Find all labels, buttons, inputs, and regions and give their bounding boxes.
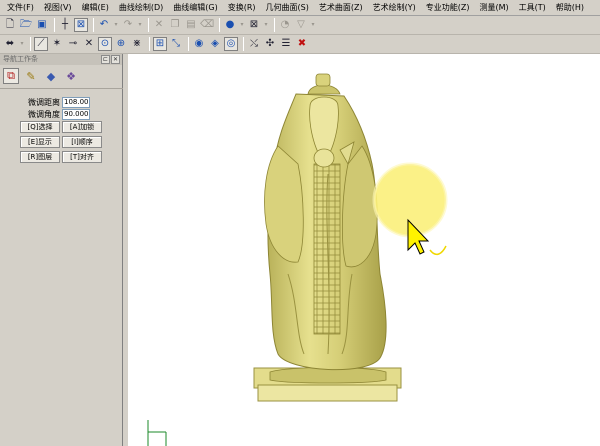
panel-title-bar: 导航工作条 ⊏ ✕ [0,54,122,65]
toolbar-divider [30,37,31,51]
intersect-icon[interactable]: ⋇ [130,37,144,51]
statue-pedestal [253,367,402,402]
toolbar-divider [188,37,189,51]
layer-button[interactable]: [R]图层 [20,151,60,163]
chevron-down-icon[interactable]: ▾ [310,18,316,32]
paste-icon[interactable]: ▤ [184,18,198,32]
angle-label: 微调角度 [28,109,60,119]
close-red-icon[interactable]: ✖ [295,37,309,51]
menu-curve-edit[interactable]: 曲线编辑(G) [168,0,222,16]
cross-icon[interactable]: ✕ [82,37,96,51]
select-button[interactable]: [Q]选择 [20,121,60,133]
3d-viewport[interactable] [128,54,600,446]
toolbar-divider [54,18,55,32]
toolbar-divider [148,18,149,32]
chevron-down-icon[interactable]: ▾ [19,37,25,51]
toolbar-divider [274,18,275,32]
axis-gizmo [147,420,167,446]
undo-icon[interactable]: ↶ [97,18,111,32]
wireframe-icon[interactable]: ⊠ [247,18,261,32]
view-icon[interactable]: ◈ [208,37,222,51]
distance-label: 微调距离 [28,97,60,107]
copy-icon[interactable]: ❐ [168,18,182,32]
menu-bar: 文件(F) 视图(V) 编辑(E) 曲线绘制(D) 曲线编辑(G) 变换(R) … [0,0,600,16]
toolbar-divider [149,37,150,51]
statue-model [264,73,387,371]
viewport-canvas [147,73,448,446]
tab-cube-icon[interactable]: ⧉ [3,68,19,84]
menu-art-draw[interactable]: 艺术绘制(Y) [368,0,421,16]
menu-professional[interactable]: 专业功能(Z) [421,0,475,16]
main-toolbar: 🗋 🗁 ▣ ┼ ⊠ ↶ ▾ ↷ ▾ ✕ ❐ ▤ ⌫ ● ▾ ⊠ ▾ ◔ ▽ ▾ [0,16,600,35]
snap-toolbar: ⬌ ▾ ⟋ ✶ ⊸ ✕ ⊙ ⊕ ⋇ ⊞ ⤡ ◉ ◈ ◎ ⤯ ✣ ☰ ✖ [0,35,600,54]
lock-button[interactable]: [A]加锁 [62,121,102,133]
navigation-panel: 导航工作条 ⊏ ✕ ⧉ ✎ ◆ ❖ 微调距离 微调角度 [Q]选择 [A]加锁 … [0,54,123,446]
target-snap-icon[interactable]: ⊕ [114,37,128,51]
pick-icon[interactable]: ⤯ [247,37,261,51]
list-icon[interactable]: ☰ [279,37,293,51]
menu-help[interactable]: 帮助(H) [551,0,589,16]
pin-icon[interactable]: ⊏ [101,55,110,64]
toolbar-divider [243,37,244,51]
distance-input[interactable] [62,96,90,108]
transform-icon[interactable]: ✣ [263,37,277,51]
tab-pencil-icon[interactable]: ✎ [23,68,39,84]
chevron-down-icon[interactable]: ▾ [263,18,269,32]
toolbar-divider [93,18,94,32]
align-button[interactable]: [T]对齐 [62,151,102,163]
line-segment-icon[interactable]: ⊸ [66,37,80,51]
toolbar-divider [219,18,220,32]
panel-title-buttons: ⊏ ✕ [100,55,120,64]
circle-snap-icon[interactable]: ⊙ [98,37,112,51]
grid-icon[interactable]: ⊞ [153,37,167,51]
chevron-down-icon[interactable]: ▾ [113,18,119,32]
render-mode-icon[interactable]: ◔ [278,18,292,32]
panel-tabs: ⧉ ✎ ◆ ❖ [0,68,123,88]
menu-transform[interactable]: 变换(R) [223,0,261,16]
chevron-down-icon[interactable]: ▾ [239,18,245,32]
close-icon[interactable]: ✕ [111,55,120,64]
delete-icon[interactable]: ⌫ [200,18,214,32]
eye-icon[interactable]: ◉ [192,37,206,51]
node-tool-icon[interactable]: ⬌ [3,37,17,51]
view-mode-icon[interactable]: ◎ [224,37,238,51]
angle-input[interactable] [62,108,90,120]
cut-icon[interactable]: ✕ [152,18,166,32]
show-button[interactable]: [E]显示 [20,136,60,148]
select-box-icon[interactable]: ⊠ [74,18,88,32]
open-file-icon[interactable]: 🗁 [19,18,33,32]
tab-layer-icon[interactable]: ◆ [43,68,59,84]
menu-art-surface[interactable]: 艺术曲面(Z) [314,0,368,16]
new-file-icon[interactable]: 🗋 [3,18,17,32]
color-icon[interactable]: ▽ [294,18,308,32]
menu-curve-draw[interactable]: 曲线绘制(D) [114,0,168,16]
angle-row: 微调角度 [28,108,90,120]
chevron-down-icon[interactable]: ▾ [137,18,143,32]
menu-geometry-surface[interactable]: 几何曲面(S) [261,0,314,16]
snap-icon[interactable]: ⟋ [34,37,48,51]
menu-measure[interactable]: 测量(M) [474,0,513,16]
menu-file[interactable]: 文件(F) [2,0,39,16]
menu-tools[interactable]: 工具(T) [514,0,551,16]
redo-icon[interactable]: ↷ [121,18,135,32]
sphere-render-icon[interactable]: ● [223,18,237,32]
tab-stack-icon[interactable]: ❖ [63,68,79,84]
panel-body: 微调距离 微调角度 [Q]选择 [A]加锁 [E]显示 [I]顺序 [R]图层 … [0,88,123,446]
save-icon[interactable]: ▣ [35,18,49,32]
cross-cursor-icon[interactable]: ┼ [58,18,72,32]
line-tool-icon[interactable]: ✶ [50,37,64,51]
order-button[interactable]: [I]顺序 [62,136,102,148]
menu-edit[interactable]: 编辑(E) [77,0,114,16]
menu-view[interactable]: 视图(V) [39,0,77,16]
distance-row: 微调距离 [28,96,90,108]
resize-icon[interactable]: ⤡ [169,37,183,51]
panel-title: 导航工作条 [3,55,38,63]
